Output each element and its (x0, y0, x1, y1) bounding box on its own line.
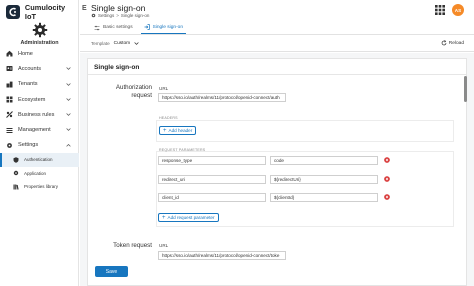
accounts-icon (6, 65, 13, 72)
app-switcher-icon[interactable] (435, 5, 445, 15)
user-avatar[interactable]: AS (452, 4, 464, 16)
chevron-up-icon (66, 143, 71, 148)
tab-single-sign-on[interactable]: Single sign-on (140, 21, 187, 34)
headers-group (156, 120, 454, 142)
app-switcher-current[interactable]: Administration (0, 22, 79, 46)
page-header: E Single sign-on Settings > Single sign-… (80, 0, 474, 22)
nav-item-tenants[interactable]: Tenants (0, 77, 79, 92)
save-button[interactable]: Save (95, 266, 128, 277)
gear-icon (32, 22, 48, 38)
nav-item-label: Tenants (18, 81, 38, 88)
nav-item-label: Ecosystem (18, 96, 46, 103)
nav-item-label: Business rules (18, 111, 55, 118)
nav-item-label: Management (18, 127, 51, 134)
action-bar: Template Custom Reload (80, 35, 474, 52)
param-key-input[interactable]: redirect_uri (158, 175, 266, 184)
nav-subitem-application[interactable]: Application (0, 167, 79, 181)
add-request-parameter-button[interactable]: + Add request parameter (158, 213, 219, 222)
param-value-input[interactable]: ${redirectUri} (270, 175, 378, 184)
authorization-request-label: Authorization request (115, 84, 152, 99)
chevron-down-icon (134, 41, 139, 46)
remove-param-icon[interactable] (384, 194, 390, 200)
reload-button[interactable]: Reload (441, 40, 464, 46)
template-label: Template (91, 40, 110, 46)
url-label: URL (159, 243, 169, 248)
library-icon (13, 184, 19, 190)
scrollbar[interactable] (464, 76, 467, 102)
token-request-label: Token request (113, 242, 152, 249)
add-header-button[interactable]: + Add header (159, 126, 197, 135)
brand[interactable]: Cumulocity IoT (6, 3, 78, 21)
tab-label: Single sign-on (152, 24, 184, 30)
chevron-down-icon (66, 66, 71, 71)
nav-subitem-label: Application (24, 170, 47, 176)
nav-item-label: Accounts (18, 65, 42, 72)
menu-toggle-icon[interactable]: E (82, 5, 87, 12)
add-header-label: Add header (168, 128, 193, 133)
sliders-icon (94, 25, 100, 31)
sidebar: Cumulocity IoT Administration Home Accou… (0, 0, 79, 286)
url-label: URL (159, 86, 169, 91)
tab-bar: Basic settings Single sign-on (80, 22, 474, 35)
page-title: Single sign-on (91, 3, 146, 13)
breadcrumb-item-current: Single sign-on (120, 13, 150, 18)
remove-param-icon[interactable] (384, 176, 390, 182)
nav-item-accounts[interactable]: Accounts (0, 61, 79, 76)
template-value: Custom (113, 40, 131, 46)
home-icon (6, 50, 13, 57)
chevron-down-icon (66, 127, 71, 132)
authorization-url-input[interactable]: https://sso.io/auth/realms/11/protocol/o… (158, 93, 286, 102)
token-url-input[interactable]: https://sso.io/auth/realms/11/protocol/o… (158, 251, 286, 260)
nav-subitem-label: Authentication (24, 157, 53, 163)
plus-icon: + (162, 214, 166, 221)
tenants-icon (6, 81, 13, 88)
chevron-down-icon (66, 97, 71, 102)
tab-label: Basic settings (103, 25, 133, 30)
cumulocity-logo-icon (6, 5, 20, 19)
chevron-down-icon (66, 112, 71, 117)
login-icon (144, 24, 150, 30)
management-icon (6, 127, 13, 134)
shield-icon (13, 157, 19, 163)
remove-param-icon[interactable] (384, 157, 390, 163)
nav-subitem-authentication[interactable]: Authentication (0, 153, 79, 167)
nav-item-label: Home (18, 50, 33, 57)
tab-basic-settings[interactable]: Basic settings (91, 21, 136, 34)
ecosystem-icon (6, 96, 13, 103)
param-value-input[interactable]: ${clientId} (270, 193, 378, 202)
business-rules-icon (6, 111, 13, 119)
plus-icon: + (163, 127, 167, 134)
nav-item-settings[interactable]: Settings (0, 138, 79, 153)
param-value-input[interactable]: code (270, 156, 378, 165)
nav-item-home[interactable]: Home (0, 46, 79, 61)
settings-icon (91, 13, 96, 18)
headers-title: HEADERS (159, 116, 178, 120)
param-key-input[interactable]: client_id (158, 193, 266, 202)
reload-label: Reload (448, 40, 464, 46)
breadcrumb: Settings > Single sign-on (91, 13, 149, 18)
nav-item-management[interactable]: Management (0, 122, 79, 137)
card-divider (88, 74, 466, 75)
nav-subitem-label: Properties library (24, 184, 59, 190)
card-title: Single sign-on (94, 64, 140, 71)
nav-menu: Home Accounts Tenants Ecosystem Business… (0, 46, 79, 194)
nav-item-ecosystem[interactable]: Ecosystem (0, 92, 79, 107)
brand-name: Cumulocity IoT (24, 3, 66, 21)
request-parameters-title: REQUEST PARAMETERS (159, 148, 206, 152)
param-key-input[interactable]: response_type (158, 156, 266, 165)
chevron-down-icon (66, 82, 71, 87)
refresh-icon (441, 40, 447, 46)
breadcrumb-separator: > (116, 13, 119, 18)
nav-subitem-properties-library[interactable]: Properties library (0, 180, 79, 194)
application-icon (13, 170, 19, 176)
nav-item-label: Settings (18, 142, 39, 149)
settings-icon (6, 142, 13, 149)
template-select[interactable]: Custom (114, 41, 140, 46)
breadcrumb-item-settings[interactable]: Settings (98, 13, 114, 18)
add-request-parameter-label: Add request parameter (167, 215, 215, 220)
nav-item-business-rules[interactable]: Business rules (0, 107, 79, 122)
